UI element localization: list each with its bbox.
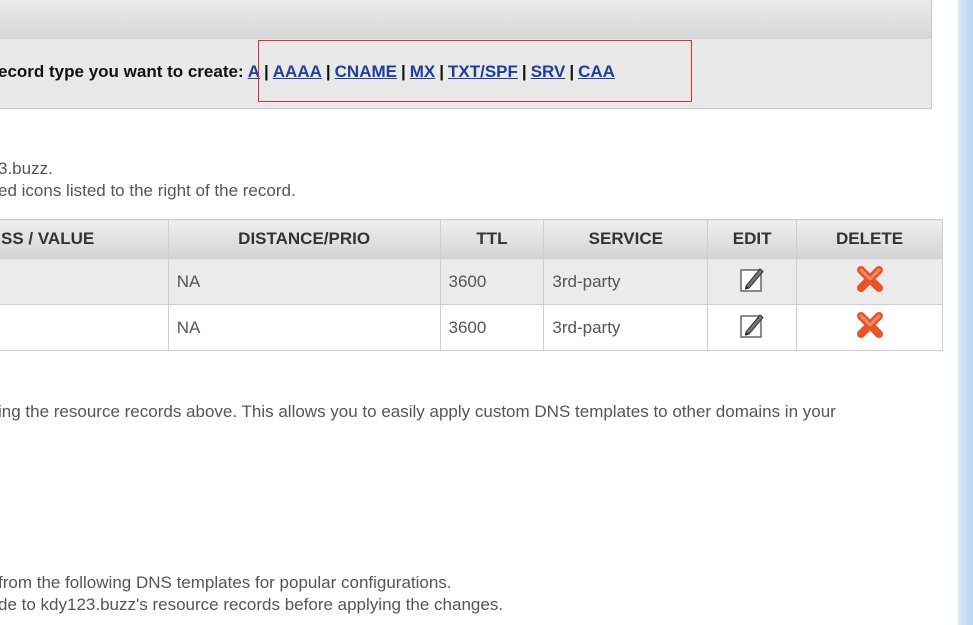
column-header-service: SERVICE [543,219,709,259]
edit-icon[interactable] [739,265,765,298]
record-type-srv-link[interactable]: SRV [531,62,566,81]
record-service: 3rd-party [543,304,709,351]
record-ttl: 3600 [439,258,545,305]
record-type-mx-link[interactable]: MX [410,62,436,81]
record-type-selector: ecord type you want to create: A | AAAA | CN… [0,62,615,82]
record-service: 3rd-party [543,258,709,305]
delete-icon[interactable] [855,310,885,345]
dns-records-table: SS / VALUE DISTANCE/PRIO TTL SERVICE EDI… [0,219,943,351]
column-header-ttl: TTL [439,219,545,259]
templates-intro: from the following DNS templates for pop… [0,573,452,592]
record-type-aaaa-link[interactable]: AAAA [273,62,322,81]
record-type-cname-link[interactable]: CNAME [335,62,397,81]
table-row: NA 3600 3rd-party [0,304,943,351]
link-separator: | [439,62,445,81]
record-type-txt-spf-link[interactable]: TXT/SPF [448,62,518,81]
domain-info-line: 3.buzz. [0,159,53,178]
template-note: ing the resource records above. This all… [0,402,836,421]
record-prio: NA [167,258,441,305]
edit-icon[interactable] [739,311,765,344]
record-type-links: A | AAAA | CNAME | MX | TXT/SPF | SRV | CAA [248,62,615,81]
edit-cell [707,304,798,351]
link-separator: | [325,62,331,81]
record-value [0,304,169,351]
record-type-a-link[interactable]: A [248,62,260,81]
column-header-delete: DELETE [796,219,943,259]
edit-instructions: ed icons listed to the right of the reco… [0,181,296,200]
record-ttl: 3600 [439,304,545,351]
link-separator: | [400,62,406,81]
record-type-prompt: ecord type you want to create: [0,62,244,81]
record-value [0,258,169,305]
delete-cell [796,258,943,305]
link-separator: | [264,62,269,81]
link-separator: | [569,62,575,81]
templates-warning: de to kdy123.buzz's resource records bef… [0,595,504,614]
table-row: NA 3600 3rd-party [0,258,943,305]
section-header-bar [0,0,932,39]
delete-cell [796,304,943,351]
record-prio: NA [167,304,441,351]
column-header-prio: DISTANCE/PRIO [167,219,441,259]
column-header-edit: EDIT [707,219,798,259]
record-type-caa-link[interactable]: CAA [578,62,615,81]
window-edge [958,0,973,625]
delete-icon[interactable] [855,264,885,299]
edit-cell [707,258,798,305]
table-header-row: SS / VALUE DISTANCE/PRIO TTL SERVICE EDI… [0,219,943,259]
link-separator: | [521,62,527,81]
column-header-value: SS / VALUE [0,219,169,259]
